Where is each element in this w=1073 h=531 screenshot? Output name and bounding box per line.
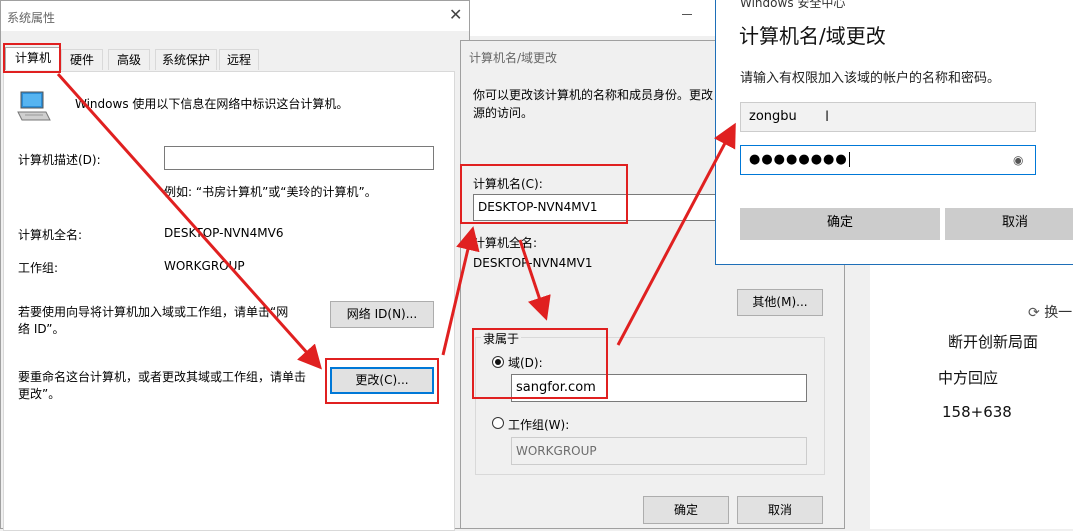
refresh-icon: ⟳ xyxy=(1028,305,1040,321)
security-heading: 计算机名/域更改 xyxy=(739,24,886,48)
security-cancel-button[interactable]: 取消 xyxy=(945,208,1073,240)
member-of-label: 隶属于 xyxy=(481,330,522,347)
description-example: 例如: “书房计算机”或“美玲的计算机”。 xyxy=(164,185,377,199)
description-input[interactable] xyxy=(164,146,434,170)
reveal-password-icon[interactable]: ◉ xyxy=(1013,146,1024,174)
minimize-icon[interactable] xyxy=(682,14,692,15)
tab-advanced[interactable]: 高级 xyxy=(108,49,150,70)
tab-computer-name[interactable]: 计算机名 xyxy=(5,47,61,86)
text-cursor-icon: I xyxy=(825,109,830,125)
workgroup-label: 工作组: xyxy=(18,261,59,275)
system-properties-titlebar: 系统属性 ✕ xyxy=(1,1,469,31)
ok-button[interactable]: 确定 xyxy=(643,496,729,524)
password-mask: ●●●●●●●● xyxy=(749,152,848,167)
dialog-full-name-label: 计算机全名: xyxy=(473,236,538,250)
workgroup-input[interactable]: WORKGROUP xyxy=(511,437,807,465)
security-prompt: 请输入有权限加入该域的帐户的名称和密码。 xyxy=(740,71,1001,86)
windows-security-dialog: Windows 安全中心 计算机名/域更改 请输入有权限加入该域的帐户的名称和密… xyxy=(715,0,1073,265)
system-properties-window: 系统属性 ✕ 计算机名 硬件 高级 系统保护 远程 Windows 使用以下信息… xyxy=(0,0,470,531)
refresh-label: 换一 xyxy=(1044,305,1073,321)
intro-text: Windows 使用以下信息在网络中标识这台计算机。 xyxy=(75,97,349,111)
tab-system-protection[interactable]: 系统保护 xyxy=(155,49,217,70)
cancel-button[interactable]: 取消 xyxy=(737,496,823,524)
dialog-title: 计算机名/域更改 xyxy=(469,51,558,65)
workgroup-value: WORKGROUP xyxy=(164,259,245,273)
username-input[interactable]: zongbu I xyxy=(740,102,1036,132)
news-item-3[interactable]: 158+638 xyxy=(942,403,1012,421)
security-app-title: Windows 安全中心 xyxy=(740,0,846,10)
news-item-2[interactable]: 中方回应 xyxy=(938,367,998,388)
dialog-intro-line2: 源的访问。 xyxy=(473,106,534,120)
computer-name-label: 计算机名(C): xyxy=(473,177,543,191)
wizard-text-line2: 络 ID”。 xyxy=(18,322,65,336)
description-label: 计算机描述(D): xyxy=(18,153,101,167)
tab-hardware[interactable]: 硬件 xyxy=(61,49,103,70)
wizard-text-line1: 若要使用向导将计算机加入域或工作组，请单击“网 xyxy=(18,305,289,319)
change-button[interactable]: 更改(C)... xyxy=(330,367,434,394)
security-ok-button[interactable]: 确定 xyxy=(740,208,940,240)
computer-icon xyxy=(16,90,52,124)
rename-text-line2: 更改”。 xyxy=(18,387,61,401)
password-input[interactable]: ●●●●●●●● ◉ xyxy=(740,145,1036,175)
news-item-1[interactable]: 断开创新局面 xyxy=(948,331,1038,352)
network-id-button[interactable]: 网络 ID(N)... xyxy=(330,301,434,328)
full-name-value: DESKTOP-NVN4MV6 xyxy=(164,226,284,240)
rename-text-line1: 要重命名这台计算机，或者更改其域或工作组，请单击 xyxy=(18,370,307,384)
domain-input[interactable]: sangfor.com xyxy=(511,374,807,402)
workgroup-radio-label: 工作组(W): xyxy=(508,418,570,432)
computer-name-input[interactable]: DESKTOP-NVN4MV1 xyxy=(473,194,741,221)
full-name-label: 计算机全名: xyxy=(18,228,83,242)
other-button[interactable]: 其他(M)... xyxy=(737,289,823,316)
refresh-link[interactable]: ⟳ 换一 xyxy=(1028,302,1072,322)
computer-name-panel: Windows 使用以下信息在网络中标识这台计算机。 计算机描述(D): 例如:… xyxy=(3,71,455,531)
background-page: ⟳ 换一 断开创新局面 中方回应 158+638 xyxy=(870,255,1073,529)
domain-radio-label: 域(D): xyxy=(508,356,543,370)
workgroup-radio[interactable] xyxy=(492,417,504,429)
dialog-intro-line1: 你可以更改该计算机的名称和成员身份。更改 xyxy=(473,88,714,102)
window-title: 系统属性 xyxy=(7,11,56,25)
dialog-full-name-value: DESKTOP-NVN4MV1 xyxy=(473,256,593,270)
username-value: zongbu xyxy=(749,109,797,124)
domain-radio[interactable] xyxy=(492,356,504,368)
close-icon[interactable]: ✕ xyxy=(449,5,462,24)
tab-remote[interactable]: 远程 xyxy=(219,49,259,70)
